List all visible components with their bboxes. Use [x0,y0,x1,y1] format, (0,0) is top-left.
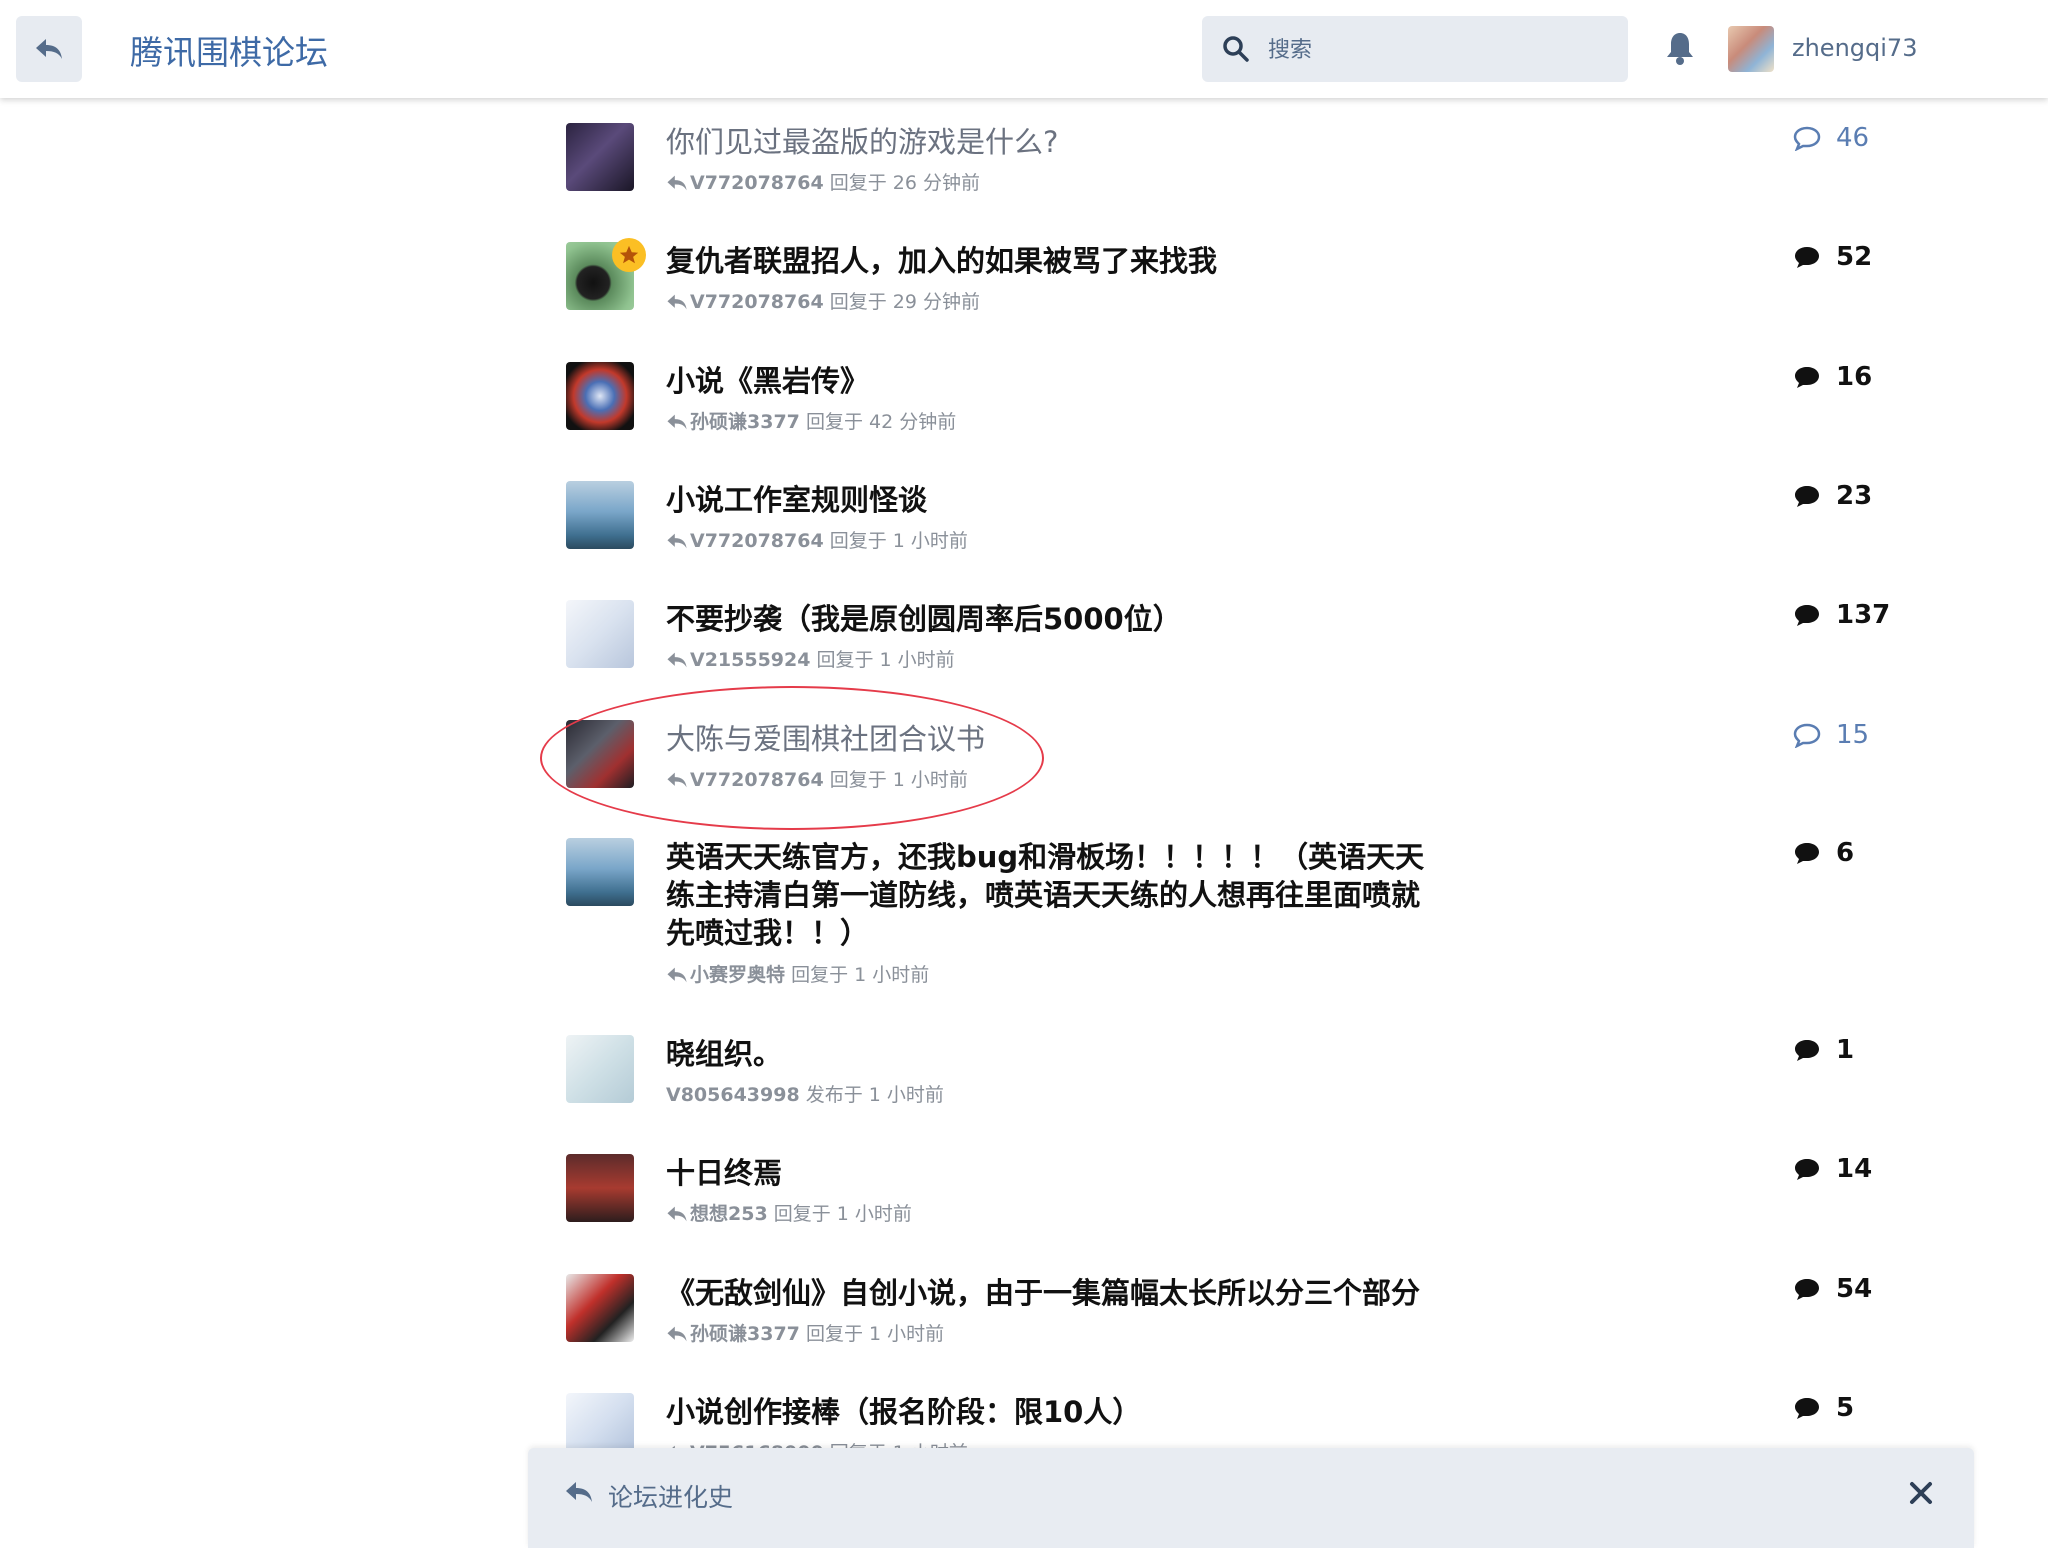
discussion-meta: V772078764 回复于 29 分钟前 [666,287,980,314]
username[interactable]: zhengqi73 [1792,34,1917,62]
reply-icon [667,175,687,191]
discussion-title[interactable]: 不要抄袭（我是原创圆周率后5000位） [666,600,1466,638]
reply-time: 回复于 1 小时前 [816,649,955,671]
reply-icon [667,967,687,983]
discussion-title[interactable]: 英语天天练官方，还我bug和滑板场！！！！！（英语天天练主持清白第一道防线，喷英… [666,838,1446,952]
comment-outline-icon [1793,126,1821,151]
reply-time: 回复于 29 分钟前 [829,291,980,313]
reply-user[interactable]: 孙硕谦3377 [690,411,800,433]
reply-count: 6 [1792,838,1854,868]
sticky-star-badge [612,238,646,272]
user-avatar[interactable] [1728,26,1774,72]
site-title[interactable]: 腾讯围棋论坛 [130,26,328,74]
discussion-title[interactable]: 晓组织。 [666,1035,1466,1073]
author-avatar[interactable] [566,720,634,788]
reply-icon [667,652,687,668]
discussion-meta: V805643998 发布于 1 小时前 [666,1080,944,1107]
reply-count: 54 [1792,1274,1872,1304]
reply-count: 137 [1792,600,1890,630]
discussion-meta: V772078764 回复于 1 小时前 [666,526,968,553]
reply-user[interactable]: V772078764 [690,172,824,194]
comment-icon [1795,367,1819,388]
reply-icon [667,1326,687,1342]
reply-count: 1 [1792,1035,1854,1065]
discussion-meta: V21555924 回复于 1 小时前 [666,645,955,672]
reply-count: 46 [1792,123,1869,153]
reply-time: 回复于 42 分钟前 [805,411,957,433]
comment-icon [1795,247,1819,268]
comment-icon [1795,605,1819,626]
comment-icon [1795,1040,1819,1061]
notifications-bell-icon[interactable] [1664,30,1696,66]
reply-user[interactable]: 孙硕谦3377 [690,1323,800,1345]
top-header: 腾讯围棋论坛 zhengqi73 [0,0,2048,98]
author-avatar[interactable] [566,1274,634,1342]
reply-count: 16 [1792,362,1872,392]
discussion-meta: 孙硕谦3377 回复于 1 小时前 [666,1319,944,1346]
composer-title[interactable]: 论坛进化史 [608,1478,733,1514]
author-avatar[interactable] [566,1154,634,1222]
reply-user[interactable]: V772078764 [690,530,824,552]
discussion-title[interactable]: 小说工作室规则怪谈 [666,481,1466,519]
post-time: 发布于 1 小时前 [805,1084,944,1106]
reply-count: 15 [1792,720,1869,750]
search-icon [1223,36,1249,62]
reply-icon [667,294,687,310]
reply-user[interactable]: V772078764 [690,291,824,313]
star-icon [619,245,639,264]
reply-icon [566,1482,592,1502]
reply-count: 52 [1792,242,1872,272]
discussion-title[interactable]: 复仇者联盟招人，加入的如果被骂了来找我 [666,242,1466,280]
search-box[interactable] [1202,16,1628,82]
author-avatar[interactable] [566,362,634,430]
close-icon[interactable] [1908,1480,1934,1506]
reply-icon [667,772,687,788]
reply-time: 回复于 1 小时前 [773,1203,912,1225]
author-avatar[interactable] [566,123,634,191]
discussion-title[interactable]: 《无敌剑仙》自创小说，由于一集篇幅太长所以分三个部分 [666,1274,1466,1312]
back-button[interactable] [16,16,82,82]
discussion-title[interactable]: 小说《黑岩传》 [666,362,1466,400]
comment-icon [1795,843,1819,864]
reply-icon [667,414,687,430]
author-avatar[interactable] [566,1035,634,1103]
author-avatar[interactable] [566,838,634,906]
discussion-meta: V772078764 回复于 26 分钟前 [666,168,980,195]
comment-outline-icon [1793,723,1821,748]
reply-time: 回复于 1 小时前 [829,530,968,552]
author-avatar[interactable] [566,600,634,668]
composer-bar[interactable]: 论坛进化史 [528,1448,1974,1548]
reply-time: 回复于 1 小时前 [829,769,968,791]
comment-icon [1795,1159,1819,1180]
discussion-meta: 小赛罗奥特 回复于 1 小时前 [666,960,929,987]
reply-user[interactable]: 小赛罗奥特 [690,964,785,986]
reply-time: 回复于 26 分钟前 [829,172,980,194]
author-avatar[interactable] [566,481,634,549]
discussion-meta: 孙硕谦3377 回复于 42 分钟前 [666,407,956,434]
reply-count: 23 [1792,481,1872,511]
reply-count: 14 [1792,1154,1872,1184]
discussion-meta: V772078764 回复于 1 小时前 [666,765,968,792]
search-input[interactable] [1266,28,1610,72]
reply-count: 5 [1792,1393,1854,1423]
reply-icon [667,1206,687,1222]
discussion-title[interactable]: 十日终焉 [666,1154,1466,1192]
post-user[interactable]: V805643998 [666,1084,800,1106]
reply-arrow-icon [36,39,62,59]
comment-icon [1795,1398,1819,1419]
reply-time: 回复于 1 小时前 [791,964,930,986]
discussion-title[interactable]: 大陈与爱围棋社团合议书 [666,720,1466,758]
discussion-title[interactable]: 小说创作接棒（报名阶段：限10人） [666,1393,1466,1431]
reply-icon [667,533,687,549]
reply-user[interactable]: V772078764 [690,769,824,791]
reply-user[interactable]: 想想253 [690,1203,768,1225]
comment-icon [1795,486,1819,507]
discussion-meta: 想想253 回复于 1 小时前 [666,1199,912,1226]
reply-user[interactable]: V21555924 [690,649,810,671]
comment-icon [1795,1279,1819,1300]
discussion-title[interactable]: 你们见过最盗版的游戏是什么? [666,123,1466,161]
reply-time: 回复于 1 小时前 [805,1323,945,1345]
